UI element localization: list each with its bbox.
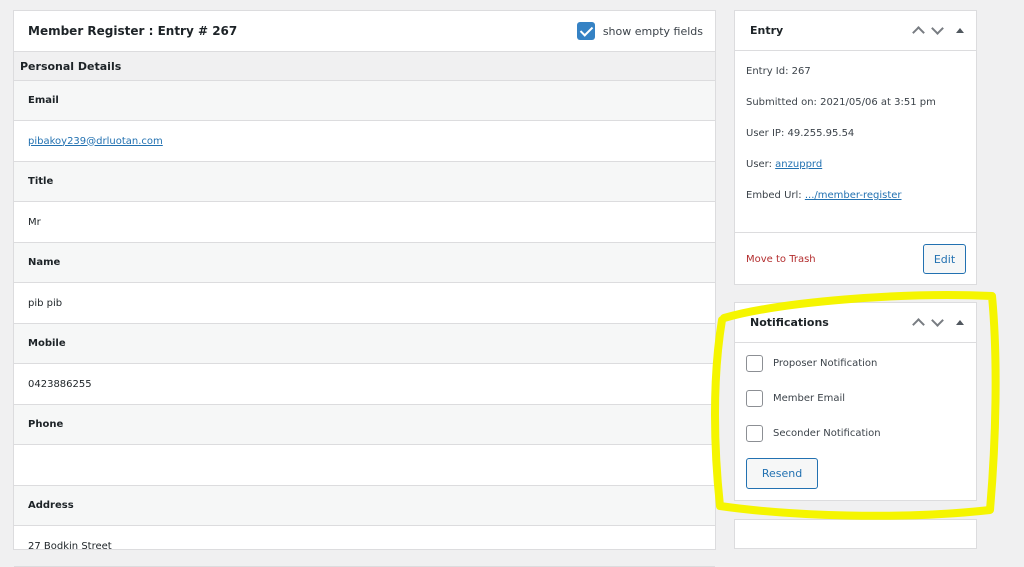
user-label: User: — [746, 159, 776, 170]
user-ip-value: 49.255.95.54 — [787, 128, 855, 139]
notification-item-member-email[interactable]: Member Email — [735, 381, 976, 416]
chevron-down-icon[interactable] — [931, 22, 944, 35]
field-value-email: pibakoy239@drluotan.com — [14, 121, 715, 162]
entry-id-value: 267 — [791, 66, 811, 77]
embed-url-label: Embed Url: — [746, 190, 805, 201]
field-value-phone — [14, 445, 715, 486]
entry-meta-box: Entry Entry Id: 267 Submitted on: 2021/0… — [734, 10, 977, 285]
show-empty-fields-label: show empty fields — [602, 24, 703, 38]
page-title: Member Register : Entry # 267 — [28, 24, 238, 38]
field-value-title: Mr — [14, 202, 715, 243]
field-label-phone: Phone — [14, 405, 715, 445]
notification-item-seconder[interactable]: Seconder Notification — [735, 416, 976, 451]
submitted-label: Submitted on: — [746, 97, 821, 108]
embed-url-link[interactable]: .../member-register — [805, 190, 902, 201]
field-label-title: Title — [14, 162, 715, 202]
field-value-mobile: 0423886255 — [14, 364, 715, 405]
chevron-down-icon[interactable] — [931, 314, 944, 327]
chevron-up-icon[interactable] — [912, 318, 925, 331]
triangle-toggle-icon[interactable] — [956, 28, 964, 33]
field-label-name: Name — [14, 243, 715, 283]
entry-box-header: Entry — [735, 11, 976, 51]
user-ip-row: User IP: 49.255.95.54 — [735, 118, 976, 149]
entry-box-title: Entry — [750, 24, 784, 37]
field-label-address: Address — [14, 486, 715, 526]
entry-box-tools — [912, 22, 964, 39]
entry-detail-panel: Member Register : Entry # 267 show empty… — [13, 10, 716, 567]
entry-detail-header: Member Register : Entry # 267 show empty… — [14, 11, 715, 52]
submitted-row: Submitted on: 2021/05/06 at 3:51 pm — [735, 87, 976, 118]
field-value-address: 27 Bodkin Street — [14, 526, 715, 567]
show-empty-fields-toggle[interactable]: show empty fields — [576, 22, 703, 40]
move-to-trash-link[interactable]: Move to Trash — [746, 254, 816, 265]
embed-url-row: Embed Url: .../member-register — [735, 180, 976, 211]
seconder-notification-checkbox[interactable] — [746, 425, 763, 442]
notification-label: Member Email — [773, 393, 846, 404]
field-value-name: pib pib — [14, 283, 715, 324]
chevron-up-icon[interactable] — [912, 26, 925, 39]
user-row: User: anzupprd — [735, 149, 976, 180]
notification-label: Seconder Notification — [773, 428, 881, 439]
field-label-mobile: Mobile — [14, 324, 715, 364]
notifications-box-header: Notifications — [735, 303, 976, 343]
user-link[interactable]: anzupprd — [775, 159, 822, 170]
next-meta-box — [734, 519, 977, 549]
field-label-email: Email — [14, 81, 715, 121]
email-link[interactable]: pibakoy239@drluotan.com — [28, 136, 163, 147]
triangle-toggle-icon[interactable] — [956, 320, 964, 325]
notification-label: Proposer Notification — [773, 358, 878, 369]
notification-list: Proposer Notification Member Email Secon… — [735, 343, 976, 489]
entry-meta-list: Entry Id: 267 Submitted on: 2021/05/06 a… — [735, 51, 976, 233]
resend-button[interactable]: Resend — [746, 458, 818, 489]
section-title: Personal Details — [14, 52, 715, 81]
member-email-checkbox[interactable] — [746, 390, 763, 407]
user-ip-label: User IP: — [746, 128, 788, 139]
submitted-value: 2021/05/06 at 3:51 pm — [820, 97, 936, 108]
notifications-box-title: Notifications — [750, 316, 829, 329]
entry-id-label: Entry Id: — [746, 66, 792, 77]
notification-item-proposer[interactable]: Proposer Notification — [735, 346, 976, 381]
notifications-box-tools — [912, 314, 964, 331]
proposer-notification-checkbox[interactable] — [746, 355, 763, 372]
entry-actions: Move to Trash Edit — [735, 233, 976, 285]
notifications-box: Notifications Proposer Notification Memb… — [734, 302, 977, 501]
edit-button[interactable]: Edit — [923, 244, 966, 274]
show-empty-fields-checkbox[interactable] — [576, 22, 595, 40]
entry-id-row: Entry Id: 267 — [735, 56, 976, 87]
